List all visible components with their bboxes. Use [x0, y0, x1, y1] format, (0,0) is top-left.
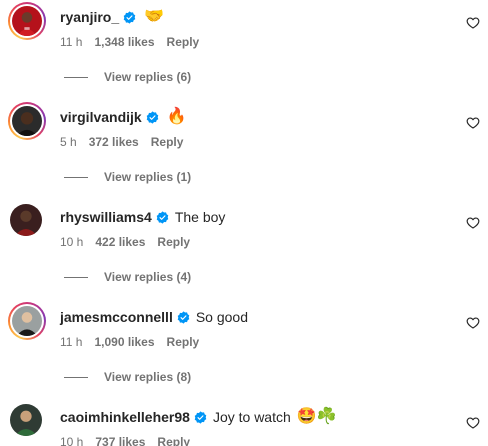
avatar-image — [10, 204, 42, 236]
view-replies-label: View replies (1) — [104, 170, 192, 184]
avatar-image — [12, 6, 42, 36]
replies-divider — [64, 76, 88, 78]
heart-icon[interactable] — [466, 416, 480, 430]
comment-time: 11 h — [60, 335, 83, 349]
verified-badge-icon — [194, 410, 207, 424]
replies-divider — [64, 276, 88, 278]
comment-time: 5 h — [60, 135, 77, 149]
verified-badge-icon — [156, 210, 169, 224]
reply-button[interactable]: Reply — [157, 435, 190, 446]
comment-emoji: 🤩☘️ — [296, 408, 337, 425]
comment-likes[interactable]: 422 likes — [95, 235, 145, 249]
view-replies-label: View replies (4) — [104, 270, 192, 284]
avatar[interactable] — [8, 302, 46, 340]
comment-item: rhyswilliams4 The boy 10 h 422 likes Reply… — [0, 202, 488, 302]
heart-icon[interactable] — [466, 316, 480, 330]
comment-item: virgilvandijk 🔥 5 h 372 likes Reply View r… — [0, 102, 488, 202]
comment-time: 10 h — [60, 435, 84, 446]
comment-time: 11 h — [60, 35, 83, 49]
avatar[interactable] — [8, 102, 46, 140]
reply-button[interactable]: Reply — [167, 335, 200, 349]
replies-divider — [64, 376, 88, 378]
heart-icon[interactable] — [466, 116, 480, 130]
comment-emoji: 🔥 — [166, 108, 187, 125]
comment-username[interactable]: virgilvandijk — [60, 108, 142, 126]
comment-emoji: 🤝 — [144, 8, 165, 25]
view-replies-button[interactable]: View replies (6) — [64, 69, 191, 85]
view-replies-label: View replies (8) — [104, 370, 192, 384]
comment-item: jamesmcconnelll So good 11 h 1,090 likes R… — [0, 302, 488, 402]
view-replies-button[interactable]: View replies (1) — [64, 169, 191, 185]
verified-badge-icon — [177, 310, 190, 324]
comment-username[interactable]: jamesmcconnelll — [60, 308, 173, 326]
comment-likes[interactable]: 372 likes — [89, 135, 139, 149]
reply-button[interactable]: Reply — [157, 235, 190, 249]
replies-divider — [64, 176, 88, 178]
avatar[interactable] — [10, 204, 42, 236]
verified-badge-icon — [146, 110, 159, 124]
view-replies-label: View replies (6) — [104, 70, 192, 84]
reply-button[interactable]: Reply — [151, 135, 184, 149]
avatar-image — [10, 404, 42, 436]
avatar[interactable] — [10, 404, 42, 436]
comment-text: The boy — [174, 209, 226, 225]
comment-likes[interactable]: 1,090 likes — [94, 335, 154, 349]
avatar-image — [12, 306, 42, 336]
comment-username[interactable]: ryanjiro_ — [60, 8, 119, 26]
heart-icon[interactable] — [466, 16, 480, 30]
verified-badge-icon — [123, 10, 136, 24]
comment-text: So good — [195, 309, 248, 325]
avatar-image — [12, 106, 42, 136]
heart-icon[interactable] — [466, 216, 480, 230]
comment-username[interactable]: caoimhinkelleher98 — [60, 408, 190, 426]
view-replies-button[interactable]: View replies (4) — [64, 269, 191, 285]
comment-item: ryanjiro_ 🤝 11 h 1,348 likes Reply View re… — [0, 2, 488, 102]
avatar[interactable] — [8, 2, 46, 40]
reply-button[interactable]: Reply — [167, 35, 200, 49]
comment-text: Joy to watch — [212, 409, 291, 425]
comment-likes[interactable]: 737 likes — [95, 435, 145, 446]
view-replies-button[interactable]: View replies (8) — [64, 369, 191, 385]
comment-username[interactable]: rhyswilliams4 — [60, 208, 152, 226]
comment-item: caoimhinkelleher98 Joy to watch 🤩☘️ 10 h… — [0, 402, 488, 446]
comment-likes[interactable]: 1,348 likes — [94, 35, 154, 49]
comment-time: 10 h — [60, 235, 84, 249]
